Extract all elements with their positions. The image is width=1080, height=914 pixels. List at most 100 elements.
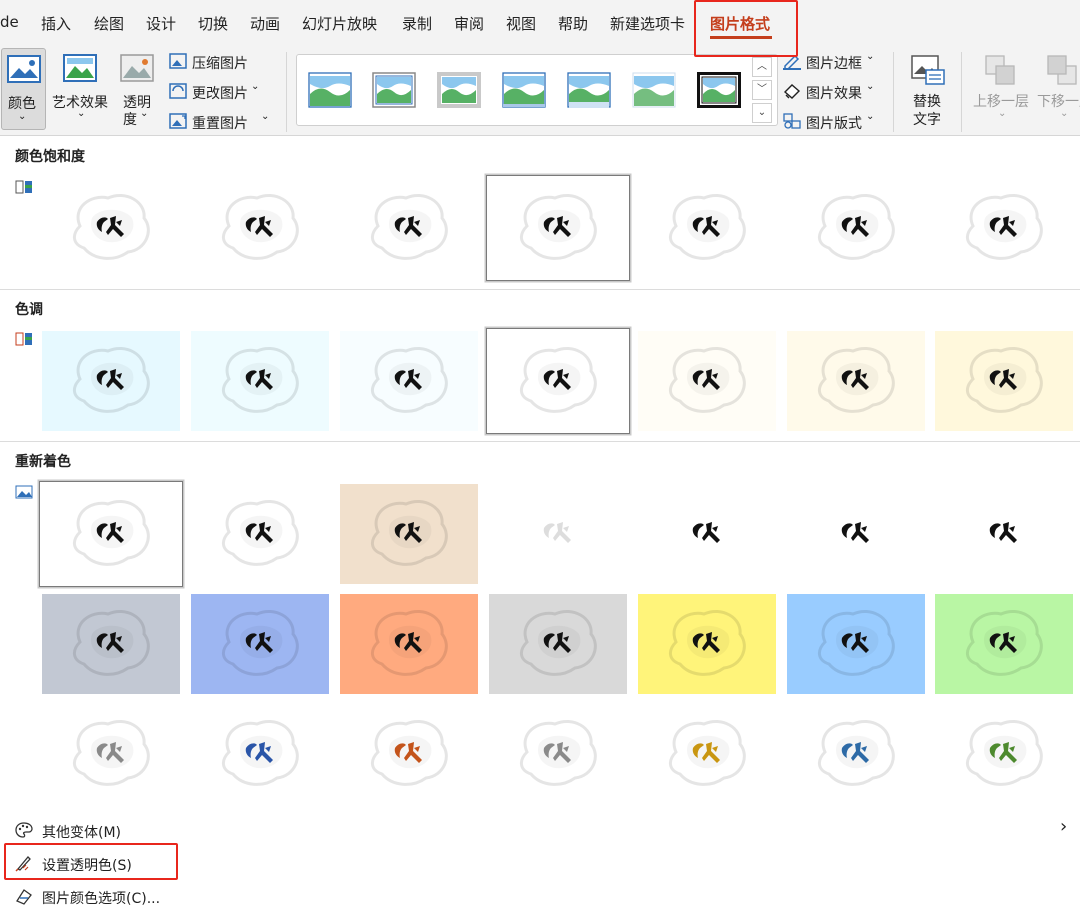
recolor-option[interactable] <box>191 594 329 694</box>
alt-text-label-2: 文字 <box>913 112 941 128</box>
recolor-option[interactable] <box>42 594 180 694</box>
send-backward-icon <box>1047 55 1077 85</box>
tab-design-partial[interactable]: de <box>0 13 19 31</box>
picture-layout-label[interactable]: 图片版式 <box>806 113 862 133</box>
recolor-option[interactable] <box>638 484 776 584</box>
style-thumb-6[interactable] <box>632 72 676 108</box>
saturation-icon <box>15 180 32 194</box>
style-thumb-1[interactable] <box>308 72 352 108</box>
chevron-down-icon: ⌄ <box>866 111 875 122</box>
send-backward-label[interactable]: 下移一层 <box>1037 91 1080 111</box>
recolor-option[interactable] <box>489 484 627 584</box>
picture-effects-icon <box>783 84 801 99</box>
image-thumbnail-icon <box>935 594 1073 694</box>
tone-option[interactable] <box>787 331 925 431</box>
transparency-icon <box>120 54 154 82</box>
recolor-option[interactable] <box>39 481 183 587</box>
style-thumb-2[interactable] <box>372 72 416 108</box>
recolor-option[interactable] <box>340 594 478 694</box>
tone-option[interactable] <box>638 331 776 431</box>
tab-help[interactable]: 帮助 <box>558 13 588 34</box>
saturation-section-title: 颜色饱和度 <box>15 149 85 165</box>
recolor-option[interactable] <box>638 594 776 694</box>
gallery-scroll-down-icon[interactable]: ﹀ <box>752 80 772 100</box>
chevron-down-icon: ⌄ <box>140 108 149 119</box>
compress-icon <box>169 53 187 69</box>
recolor-option[interactable] <box>489 704 627 804</box>
image-thumbnail-icon <box>42 331 180 431</box>
image-thumbnail-icon <box>489 331 627 431</box>
alt-text-label[interactable]: 替换 <box>913 91 941 111</box>
recolor-option[interactable] <box>787 484 925 584</box>
recolor-option[interactable] <box>935 594 1073 694</box>
chevron-down-icon: ⌄ <box>251 81 260 92</box>
image-thumbnail-icon <box>489 704 627 804</box>
tab-animations[interactable]: 动画 <box>250 13 280 34</box>
recolor-option[interactable] <box>489 594 627 694</box>
style-thumb-4[interactable] <box>502 72 546 108</box>
tab-insert[interactable]: 插入 <box>41 13 71 34</box>
recolor-option[interactable] <box>787 594 925 694</box>
image-thumbnail-icon <box>42 594 180 694</box>
recolor-option[interactable] <box>191 704 329 804</box>
tone-option[interactable] <box>191 331 329 431</box>
saturation-option[interactable] <box>787 178 925 278</box>
picture-effects-label[interactable]: 图片效果 <box>806 83 862 103</box>
saturation-option[interactable] <box>42 178 180 278</box>
chevron-down-icon: ⌄ <box>866 81 875 92</box>
saturation-option[interactable] <box>191 178 329 278</box>
recolor-option[interactable] <box>42 704 180 804</box>
style-thumb-5[interactable] <box>567 72 611 108</box>
recolor-option[interactable] <box>935 704 1073 804</box>
tone-option[interactable] <box>486 328 630 434</box>
picture-border-label[interactable]: 图片边框 <box>806 53 862 73</box>
saturation-option[interactable] <box>486 175 630 281</box>
tab-transitions[interactable]: 切换 <box>198 13 228 34</box>
highlight-box-set-transparent <box>4 843 178 880</box>
image-thumbnail-icon <box>340 331 478 431</box>
saturation-option[interactable] <box>638 178 776 278</box>
tone-icon <box>15 332 32 346</box>
chevron-down-icon: ⌄ <box>18 111 27 122</box>
image-thumbnail-icon <box>191 484 329 584</box>
recolor-option[interactable] <box>787 704 925 804</box>
style-thumb-3[interactable] <box>437 72 481 108</box>
compress-label[interactable]: 压缩图片 <box>192 53 248 73</box>
chevron-down-icon: ⌄ <box>998 108 1007 119</box>
tone-option[interactable] <box>340 331 478 431</box>
tone-option[interactable] <box>935 331 1073 431</box>
recolor-option[interactable] <box>935 484 1073 584</box>
reset-picture-label[interactable]: 重置图片 <box>192 113 248 133</box>
tab-record[interactable]: 录制 <box>402 13 432 34</box>
tab-slideshow[interactable]: 幻灯片放映 <box>302 13 377 34</box>
image-thumbnail-icon <box>787 704 925 804</box>
picture-styles-gallery: ︿ ﹀ ⌄ <box>296 54 778 126</box>
tab-view[interactable]: 视图 <box>506 13 536 34</box>
chevron-down-icon: ⌄ <box>866 51 875 62</box>
tone-option[interactable] <box>42 331 180 431</box>
change-picture-label[interactable]: 更改图片 <box>192 83 248 103</box>
bring-forward-icon <box>985 55 1015 85</box>
tab-new[interactable]: 新建选项卡 <box>610 13 685 34</box>
saturation-option[interactable] <box>340 178 478 278</box>
image-thumbnail-icon <box>935 178 1073 278</box>
picture-color-options-menu-item[interactable]: 图片颜色选项(C)... <box>42 888 160 908</box>
saturation-option[interactable] <box>935 178 1073 278</box>
tab-design[interactable]: 设计 <box>146 13 176 34</box>
color-button[interactable]: 颜色 ⌄ <box>1 48 46 130</box>
recolor-option[interactable] <box>340 704 478 804</box>
color-dropdown-panel: 颜色饱和度 色调 重新着色 其他变体(M) › 设置透明色(S) 图片颜色选项(… <box>0 136 1080 914</box>
recolor-option[interactable] <box>638 704 776 804</box>
recolor-section-title: 重新着色 <box>15 454 71 470</box>
ribbon-tab-bar: de 插入 绘图 设计 切换 动画 幻灯片放映 录制 审阅 视图 帮助 新建选项… <box>0 0 1080 46</box>
ribbon: 颜色 ⌄ 艺术效果 ⌄ 透明 度 ⌄ 压缩图片 更改图片 ⌄ 重置图片 ⌄ ︿ … <box>0 46 1080 136</box>
recolor-option[interactable] <box>340 484 478 584</box>
recolor-option[interactable] <box>191 484 329 584</box>
gallery-more-icon[interactable]: ⌄ <box>752 103 772 123</box>
style-thumb-7[interactable] <box>697 72 741 108</box>
more-variants-menu-item[interactable]: 其他变体(M) <box>42 822 121 842</box>
tab-review[interactable]: 审阅 <box>454 13 484 34</box>
change-picture-icon <box>169 83 187 99</box>
tab-draw[interactable]: 绘图 <box>94 13 124 34</box>
gallery-scroll-up-icon[interactable]: ︿ <box>752 57 772 77</box>
